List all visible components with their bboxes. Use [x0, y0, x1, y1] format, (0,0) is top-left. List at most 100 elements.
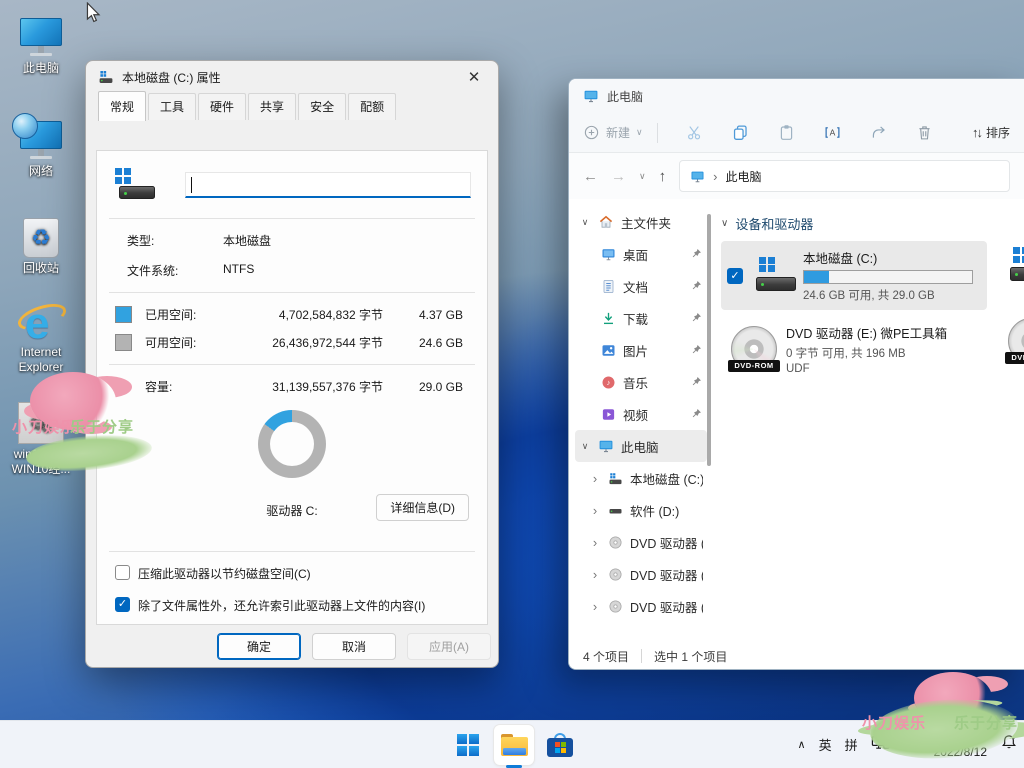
delete-button[interactable]: [902, 124, 948, 141]
store-bag-icon: [547, 733, 573, 757]
cut-button[interactable]: [672, 124, 718, 141]
drive-icon: [608, 471, 623, 486]
chevron-right-icon[interactable]: ›: [589, 535, 601, 550]
close-icon[interactable]: ✕: [454, 63, 494, 91]
filesystem-label: 文件系统:: [127, 262, 223, 279]
drive-item-dvd-e[interactable]: DVD-ROM DVD 驱动器 (E:) 微PE工具箱 0 字节 可用, 共 1…: [721, 316, 987, 382]
used-space-swatch: [115, 306, 132, 323]
taskbar-file-explorer[interactable]: [494, 725, 534, 765]
desktop-icon-label: 网络: [2, 164, 80, 179]
nav-local-disk-c[interactable]: › 本地磁盘 (C:): [575, 462, 707, 494]
chevron-right-icon[interactable]: ›: [589, 567, 601, 582]
ime-mode-button[interactable]: 拼: [845, 735, 858, 754]
dialog-titlebar[interactable]: 本地磁盘 (C:) 属性 ✕: [86, 61, 498, 93]
forward-icon[interactable]: →: [611, 168, 626, 185]
filesystem-value: NTFS: [223, 262, 471, 279]
nav-music[interactable]: ♪ 音乐: [575, 366, 707, 398]
nav-dvd-e[interactable]: › DVD 驱动器 (E: [575, 526, 707, 558]
index-checkbox-row[interactable]: 除了文件属性外，还允许索引此驱动器上文件的内容(I): [115, 597, 471, 614]
windows-logo-icon: [457, 734, 479, 756]
internet-explorer-icon: e: [15, 298, 67, 342]
desktop-icon-win11-restore[interactable]: ⚙⚙ win11恢复WIN10经...: [2, 398, 80, 477]
notification-bell-icon[interactable]: z: [1000, 733, 1018, 756]
drive-usage-fill: [804, 271, 829, 283]
tab-security[interactable]: 安全: [298, 93, 346, 120]
breadcrumb[interactable]: › 此电脑: [679, 160, 1010, 192]
share-button[interactable]: [856, 124, 902, 141]
tab-hardware[interactable]: 硬件: [198, 93, 246, 120]
ime-language-button[interactable]: 英: [819, 735, 832, 754]
clock-time: 14:55: [934, 729, 987, 745]
folder-icon: [501, 734, 528, 756]
volume-label-input[interactable]: [185, 172, 471, 198]
chevron-right-icon[interactable]: ›: [589, 471, 601, 486]
tab-tools[interactable]: 工具: [148, 93, 196, 120]
chevron-down-icon[interactable]: ∨: [579, 441, 591, 452]
paste-button[interactable]: [764, 124, 810, 141]
back-icon[interactable]: ←: [583, 168, 598, 185]
details-button[interactable]: 详细信息(D): [376, 494, 469, 521]
chevron-right-icon[interactable]: ›: [589, 599, 601, 614]
usage-donut: [258, 410, 326, 478]
breadcrumb-root: 此电脑: [725, 168, 761, 185]
desktop-icon-label: 此电脑: [2, 61, 80, 76]
tab-quota[interactable]: 配额: [348, 93, 396, 120]
nav-drive-d[interactable]: › 软件 (D:): [575, 494, 707, 526]
nav-home[interactable]: ∨ 主文件夹: [575, 206, 707, 238]
explorer-toolbar: 新建 ∨ A ↑↓ 排序: [569, 113, 1024, 153]
nav-documents[interactable]: 文档: [575, 270, 707, 302]
history-chevron-icon[interactable]: ∨: [639, 171, 646, 182]
capacity-bytes: 31,139,557,376 字节: [237, 378, 397, 395]
taskbar-clock[interactable]: 14:55 2022/8/12: [934, 729, 987, 760]
dvd-icon: [608, 599, 623, 614]
volume-icon[interactable]: [903, 733, 921, 756]
network-icon[interactable]: [871, 733, 890, 757]
tab-general[interactable]: 常规: [98, 91, 146, 121]
new-button[interactable]: 新建 ∨: [583, 124, 643, 141]
copy-button[interactable]: [718, 124, 764, 141]
compress-checkbox-row[interactable]: 压缩此驱动器以节约磁盘空间(C): [115, 565, 471, 582]
dvd-icon: [608, 567, 623, 582]
breadcrumb-separator: ›: [713, 169, 717, 184]
start-button[interactable]: [448, 725, 488, 765]
nav-desktop[interactable]: 桌面: [575, 238, 707, 270]
compress-checkbox[interactable]: [115, 565, 130, 580]
index-checkbox[interactable]: [115, 597, 130, 612]
partial-drive-icon: [1004, 246, 1024, 286]
nav-dvd-clipped[interactable]: › DVD 驱动器 (F:): [575, 590, 707, 622]
recycle-bin-icon: ♻: [23, 218, 59, 258]
desktop-icon-network[interactable]: 网络: [2, 115, 80, 179]
sort-arrows-icon: ↑↓: [972, 125, 981, 140]
this-pc-icon: [598, 438, 614, 454]
desktop-icon-this-pc[interactable]: 此电脑: [2, 12, 80, 76]
devices-section-header[interactable]: ∨ 设备和驱动器: [721, 214, 1024, 233]
tab-sharing[interactable]: 共享: [248, 93, 296, 120]
chevron-right-icon[interactable]: ›: [589, 503, 601, 518]
chevron-down-icon[interactable]: ∨: [579, 217, 591, 228]
drive-item-c[interactable]: ✓ 本地磁盘 (C:) 24.6 GB 可用, 共 29.0 GB: [721, 241, 987, 310]
desktop-icon-label: 回收站: [2, 261, 80, 276]
navigation-pane: ∨ 主文件夹 桌面 文档 下载 图片: [569, 200, 711, 643]
desktop-icon-internet-explorer[interactable]: e Internet Explorer: [2, 296, 80, 375]
ok-button[interactable]: 确定: [217, 633, 301, 660]
sort-button[interactable]: ↑↓ 排序: [972, 124, 1010, 141]
nav-downloads[interactable]: 下载: [575, 302, 707, 334]
nav-pictures[interactable]: 图片: [575, 334, 707, 366]
this-pc-icon: [690, 169, 705, 184]
taskbar-microsoft-store[interactable]: [540, 725, 580, 765]
selected-count: 选中 1 个项目: [654, 648, 727, 665]
nav-videos[interactable]: 视频: [575, 398, 707, 430]
selected-checkbox-icon[interactable]: ✓: [727, 268, 743, 284]
cancel-button[interactable]: 取消: [312, 633, 396, 660]
hidden-icons-chevron[interactable]: ∧: [798, 738, 806, 751]
dialog-tabs: 常规 工具 硬件 共享 安全 配额: [86, 93, 498, 120]
desktop-icon-recycle-bin[interactable]: ♻ 回收站: [2, 212, 80, 276]
explorer-titlebar[interactable]: 此电脑: [569, 79, 1024, 113]
nav-this-pc[interactable]: ∨ 此电脑: [575, 430, 707, 462]
explorer-title: 此电脑: [607, 88, 643, 105]
up-icon[interactable]: ↑: [659, 168, 667, 185]
drive-icon: [608, 503, 623, 518]
apply-button[interactable]: 应用(A): [407, 633, 491, 660]
nav-dvd-f[interactable]: › DVD 驱动器 (F: [575, 558, 707, 590]
rename-button[interactable]: A: [810, 124, 856, 141]
